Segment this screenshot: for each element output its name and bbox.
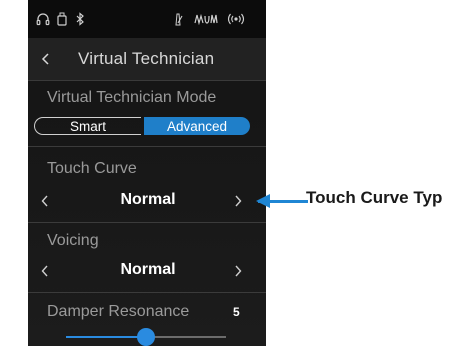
back-button[interactable]	[34, 46, 58, 72]
mode-label: Virtual Technician Mode	[47, 89, 217, 106]
divider	[28, 146, 266, 147]
touch-curve-next-button[interactable]	[227, 188, 249, 214]
damper-resonance-label: Damper Resonance	[47, 303, 190, 320]
title-bar: Virtual Technician	[28, 38, 266, 81]
recorder-icon	[194, 11, 218, 27]
stage: Virtual Technician Virtual Technician Mo…	[0, 0, 475, 346]
chevron-left-icon	[41, 265, 48, 277]
touch-curve-prev-button[interactable]	[34, 188, 56, 214]
mode-selector: Smart Advanced	[34, 117, 250, 135]
touch-curve-label: Touch Curve	[47, 160, 137, 177]
damper-resonance-value: 5	[233, 305, 240, 319]
voicing-label: Voicing	[47, 232, 99, 249]
status-bar	[28, 0, 266, 38]
touch-curve-selector: Normal	[28, 188, 266, 214]
bluetooth-icon	[75, 11, 85, 27]
touch-curve-value: Normal	[120, 191, 176, 208]
voicing-selector: Normal	[28, 258, 266, 284]
damper-resonance-slider-fill	[66, 336, 146, 338]
voicing-prev-button[interactable]	[34, 258, 56, 284]
metronome-icon	[173, 11, 183, 27]
usb-drive-icon	[57, 11, 67, 27]
headphones-icon	[36, 11, 50, 27]
voicing-value: Normal	[120, 261, 176, 278]
damper-resonance-slider-thumb[interactable]	[137, 328, 155, 346]
page-title: Virtual Technician	[78, 49, 215, 68]
chevron-right-icon	[235, 265, 242, 277]
mode-option-smart[interactable]: Smart	[34, 117, 141, 135]
piano-screen: Virtual Technician Virtual Technician Mo…	[28, 0, 266, 346]
wireless-icon	[226, 11, 246, 27]
divider	[28, 222, 266, 223]
voicing-next-button[interactable]	[227, 258, 249, 284]
chevron-left-icon	[41, 53, 49, 65]
chevron-left-icon	[41, 195, 48, 207]
chevron-right-icon	[235, 195, 242, 207]
mode-option-advanced[interactable]: Advanced	[144, 117, 250, 135]
callout-label: Touch Curve Typ	[306, 188, 443, 207]
callout-arrow-icon	[256, 194, 270, 208]
divider	[28, 292, 266, 293]
